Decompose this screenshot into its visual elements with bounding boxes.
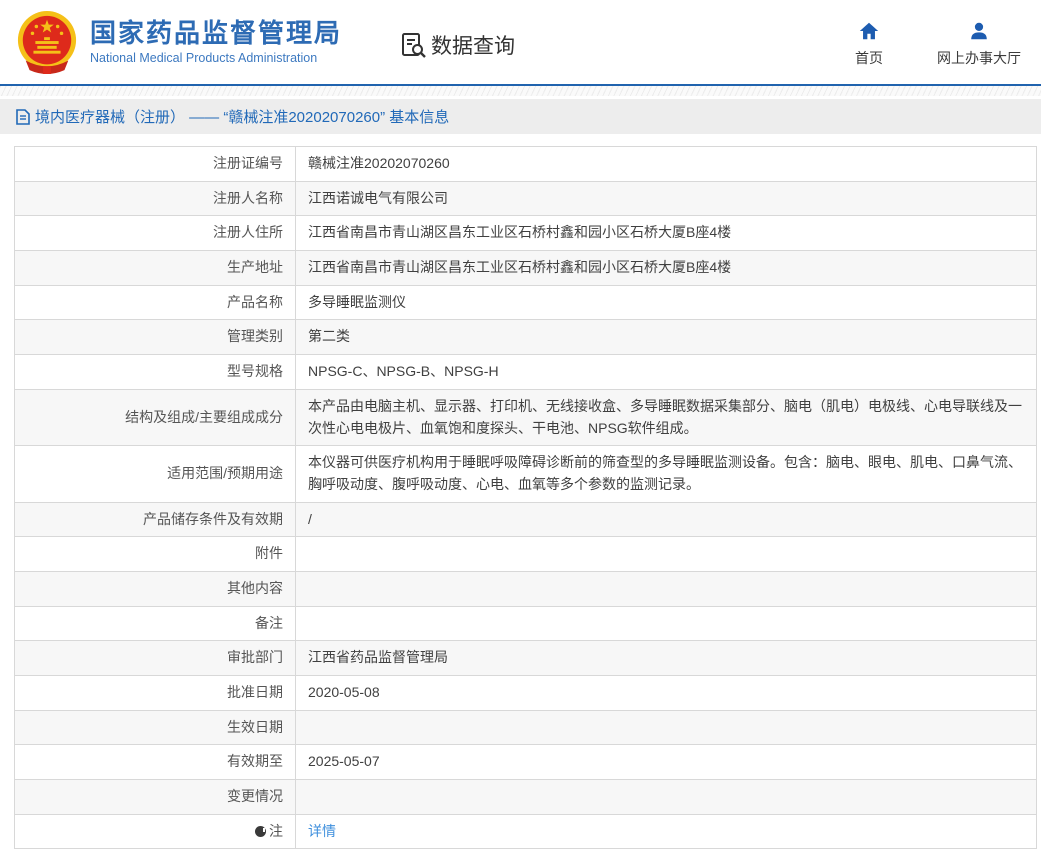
table-row: 生产地址江西省南昌市青山湖区昌东工业区石桥村鑫和园小区石桥大厦B座4楼 xyxy=(15,251,1037,286)
table-row: 注册人住所江西省南昌市青山湖区昌东工业区石桥村鑫和园小区石桥大厦B座4楼 xyxy=(15,216,1037,251)
site-header: 国家药品监督管理局 National Medical Products Admi… xyxy=(0,0,1041,86)
row-label: 注 xyxy=(15,814,296,849)
info-table-wrap: 注册证编号赣械注准20202070260注册人名称江西诺诚电气有限公司注册人住所… xyxy=(0,146,1041,849)
table-row: 变更情况 xyxy=(15,780,1037,815)
note-icon xyxy=(255,826,266,837)
table-row: 管理类别第二类 xyxy=(15,320,1037,355)
document-search-icon xyxy=(400,32,427,59)
row-value: 2025-05-07 xyxy=(296,745,1037,780)
row-value: 江西省南昌市青山湖区昌东工业区石桥村鑫和园小区石桥大厦B座4楼 xyxy=(296,251,1037,286)
data-query-section: 数据查询 xyxy=(400,30,515,60)
row-label: 有效期至 xyxy=(15,745,296,780)
row-label: 变更情况 xyxy=(15,780,296,815)
row-value: 江西省南昌市青山湖区昌东工业区石桥村鑫和园小区石桥大厦B座4楼 xyxy=(296,216,1037,251)
row-label: 产品储存条件及有效期 xyxy=(15,502,296,537)
row-label: 注册人住所 xyxy=(15,216,296,251)
table-row: 有效期至2025-05-07 xyxy=(15,745,1037,780)
row-label: 审批部门 xyxy=(15,641,296,676)
table-row: 注册证编号赣械注准20202070260 xyxy=(15,147,1037,182)
row-value xyxy=(296,537,1037,572)
row-value: 本仪器可供医疗机构用于睡眠呼吸障碍诊断前的筛查型的多导睡眠监测设备。包含：脑电、… xyxy=(296,446,1037,502)
table-row: 适用范围/预期用途本仪器可供医疗机构用于睡眠呼吸障碍诊断前的筛查型的多导睡眠监测… xyxy=(15,446,1037,502)
data-query-label: 数据查询 xyxy=(431,30,515,60)
table-row: 注册人名称江西诺诚电气有限公司 xyxy=(15,181,1037,216)
page-title-bar: 境内医疗器械（注册） —— “赣械注准20202070260” 基本信息 xyxy=(0,99,1041,134)
table-row: 备注 xyxy=(15,606,1037,641)
table-row: 审批部门江西省药品监督管理局 xyxy=(15,641,1037,676)
table-row: 生效日期 xyxy=(15,710,1037,745)
row-label: 附件 xyxy=(15,537,296,572)
table-row: 结构及组成/主要组成成分本产品由电脑主机、显示器、打印机、无线接收盒、多导睡眠数… xyxy=(15,389,1037,445)
row-value: NPSG-C、NPSG-B、NPSG-H xyxy=(296,355,1037,390)
row-label: 批准日期 xyxy=(15,676,296,711)
row-value xyxy=(296,606,1037,641)
row-label: 其他内容 xyxy=(15,571,296,606)
table-row: 批准日期2020-05-08 xyxy=(15,676,1037,711)
row-label: 管理类别 xyxy=(15,320,296,355)
brand-title-cn: 国家药品监督管理局 xyxy=(90,19,342,49)
hatched-divider xyxy=(0,86,1041,99)
row-value: 赣械注准20202070260 xyxy=(296,147,1037,182)
row-value: 多导睡眠监测仪 xyxy=(296,285,1037,320)
nav-service-hall-label: 网上办事大厅 xyxy=(937,48,1021,68)
header-nav: 首页 网上办事大厅 xyxy=(847,20,1021,68)
row-value xyxy=(296,780,1037,815)
row-value: 本产品由电脑主机、显示器、打印机、无线接收盒、多导睡眠数据采集部分、脑电（肌电）… xyxy=(296,389,1037,445)
table-row: 附件 xyxy=(15,537,1037,572)
row-value xyxy=(296,571,1037,606)
page-icon xyxy=(16,109,30,125)
table-row: 注详情 xyxy=(15,814,1037,849)
row-label: 注册人名称 xyxy=(15,181,296,216)
row-value: 江西诺诚电气有限公司 xyxy=(296,181,1037,216)
nav-home[interactable]: 首页 xyxy=(847,20,891,68)
user-icon xyxy=(968,20,990,42)
brand-block: 国家药品监督管理局 National Medical Products Admi… xyxy=(90,19,342,65)
row-label: 适用范围/预期用途 xyxy=(15,446,296,502)
national-emblem-logo xyxy=(16,10,78,76)
info-table-body: 注册证编号赣械注准20202070260注册人名称江西诺诚电气有限公司注册人住所… xyxy=(15,147,1037,849)
info-table: 注册证编号赣械注准20202070260注册人名称江西诺诚电气有限公司注册人住所… xyxy=(14,146,1037,849)
nav-home-label: 首页 xyxy=(855,48,883,68)
brand-title-en: National Medical Products Administration xyxy=(90,51,342,65)
row-label: 生产地址 xyxy=(15,251,296,286)
nav-service-hall[interactable]: 网上办事大厅 xyxy=(937,20,1021,68)
row-value: 详情 xyxy=(296,814,1037,849)
row-value: 江西省药品监督管理局 xyxy=(296,641,1037,676)
home-icon xyxy=(858,20,880,42)
details-link[interactable]: 详情 xyxy=(308,823,336,839)
row-label: 型号规格 xyxy=(15,355,296,390)
table-row: 型号规格NPSG-C、NPSG-B、NPSG-H xyxy=(15,355,1037,390)
row-label: 结构及组成/主要组成成分 xyxy=(15,389,296,445)
row-value xyxy=(296,710,1037,745)
row-label: 备注 xyxy=(15,606,296,641)
row-label: 生效日期 xyxy=(15,710,296,745)
row-value: 第二类 xyxy=(296,320,1037,355)
table-row: 产品名称多导睡眠监测仪 xyxy=(15,285,1037,320)
table-row: 其他内容 xyxy=(15,571,1037,606)
row-value: 2020-05-08 xyxy=(296,676,1037,711)
row-value: / xyxy=(296,502,1037,537)
row-label: 产品名称 xyxy=(15,285,296,320)
table-row: 产品储存条件及有效期/ xyxy=(15,502,1037,537)
row-label: 注册证编号 xyxy=(15,147,296,182)
page-title: 境内医疗器械（注册） —— “赣械注准20202070260” 基本信息 xyxy=(35,106,449,127)
